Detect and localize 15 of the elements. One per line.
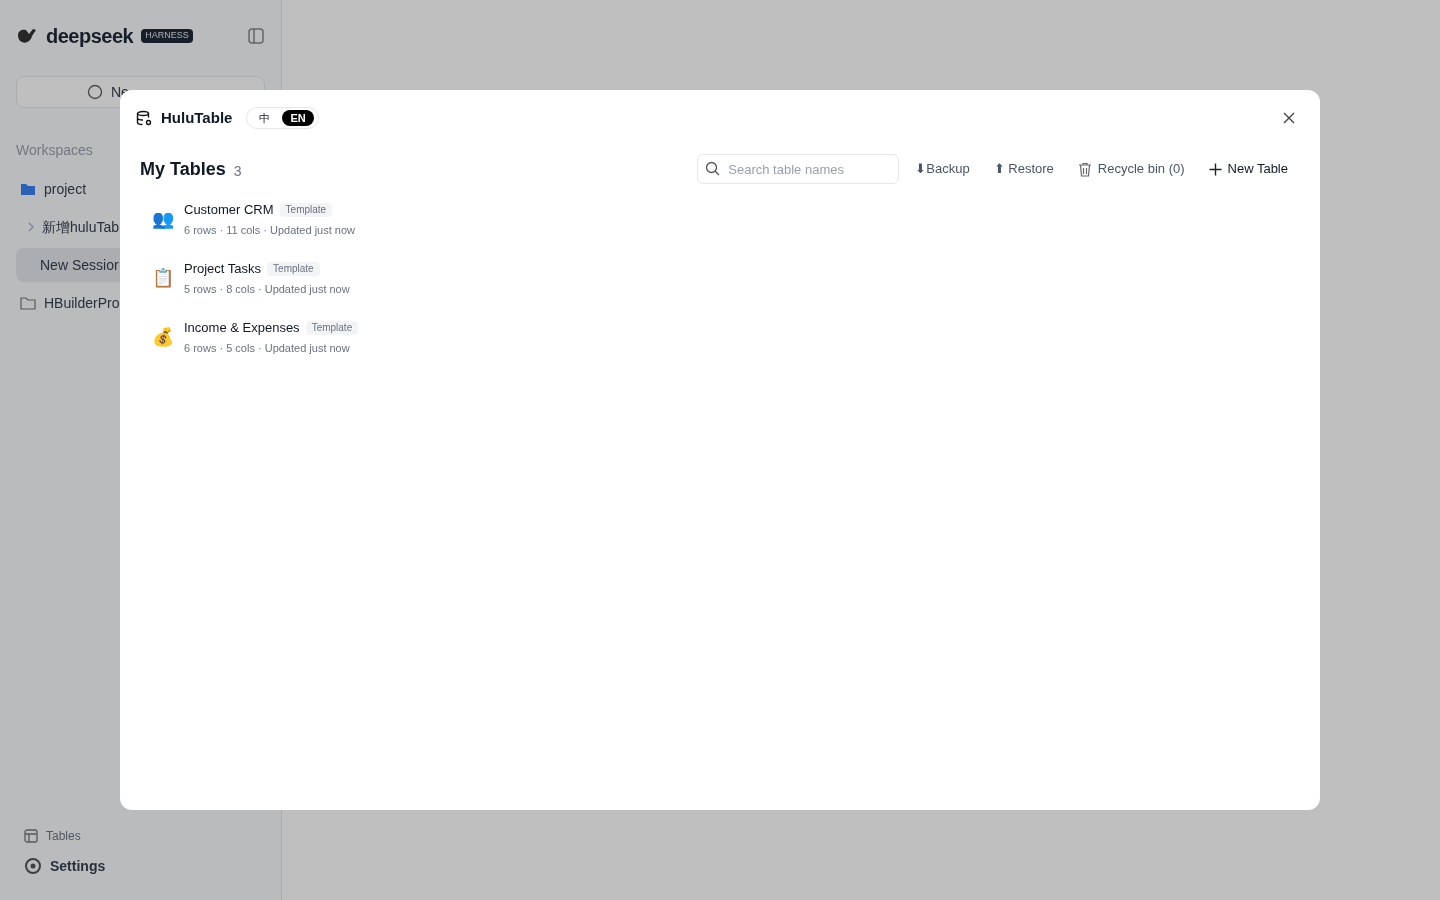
logo-badge: HARNESS: [141, 29, 193, 43]
section-heading: My Tables: [140, 158, 226, 181]
template-badge: Template: [279, 202, 333, 217]
table-icon: 📋: [152, 264, 172, 292]
table-meta: 5 rows · 8 cols · Updated just now: [184, 281, 350, 297]
table-meta: 6 rows · 11 cols · Updated just now: [184, 222, 355, 238]
section-label: Workspaces: [16, 141, 94, 160]
template-badge: Template: [305, 320, 359, 335]
table-icon: 💰: [152, 323, 172, 351]
table-icon: 👥: [152, 205, 172, 233]
dialog-title: HuluTable: [161, 107, 233, 128]
template-badge: Template: [267, 261, 320, 276]
table-meta: 6 rows · 5 cols · Updated just now: [184, 340, 351, 356]
logo-text: deepseek: [46, 24, 134, 49]
table-count: 3: [233, 162, 242, 181]
